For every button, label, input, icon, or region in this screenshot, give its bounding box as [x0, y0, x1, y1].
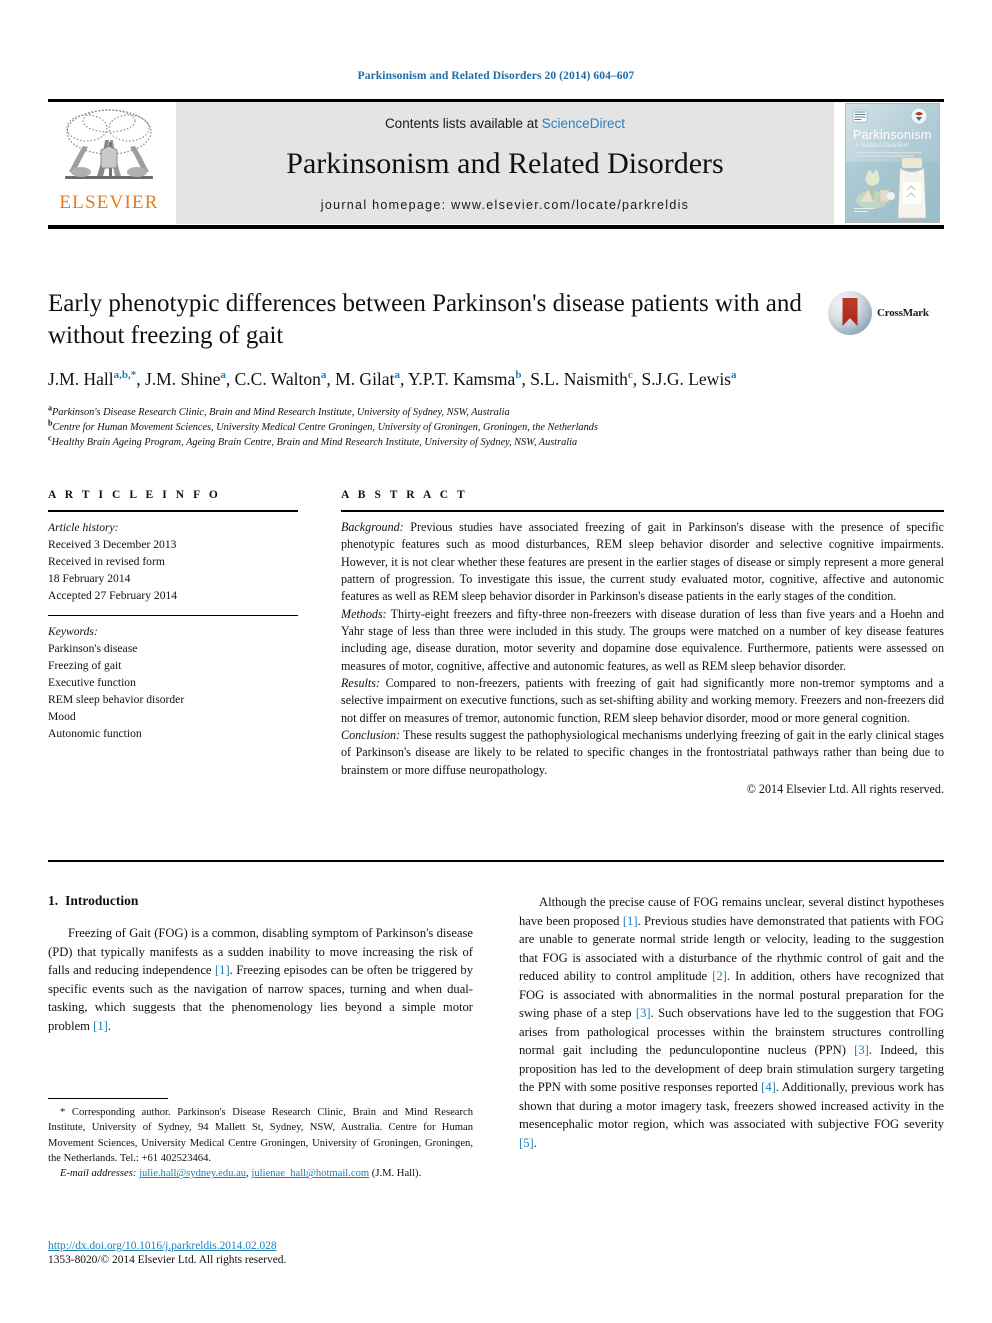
corresponding-author-note: * Corresponding author. Parkinson's Dise… — [48, 1107, 473, 1165]
email-label: E-mail addresses: — [60, 1168, 137, 1180]
crossmark-label: CrossMark — [877, 307, 929, 319]
abstract-heading: A B S T R A C T — [341, 489, 468, 501]
keyword-item: Parkinson's disease — [48, 642, 138, 656]
history-line: Received in revised form — [48, 555, 165, 569]
article-history-block: Article history: Received 3 December 201… — [48, 519, 298, 604]
keywords-label: Keywords: — [48, 625, 98, 639]
article-info-rule — [48, 510, 298, 512]
keyword-item: Freezing of gait — [48, 659, 122, 673]
abstract-text-conclusion: These results suggest the pathophysiolog… — [341, 728, 944, 777]
history-line: Accepted 27 February 2014 — [48, 589, 178, 603]
footnote-block: * Corresponding author. Parkinson's Dise… — [48, 1098, 473, 1182]
history-line: Received 3 December 2013 — [48, 538, 177, 552]
contents-prefix: Contents lists available at — [384, 116, 542, 131]
masthead-body: ELSEVIER Contents lists available at Sci… — [48, 102, 944, 224]
sciencedirect-panel: Contents lists available at ScienceDirec… — [176, 102, 834, 224]
history-line: 18 February 2014 — [48, 572, 131, 586]
info-and-abstract: A R T I C L E I N F O Article history: R… — [48, 489, 944, 799]
journal-title: Parkinsonism and Related Disorders — [286, 147, 724, 180]
footnote-rule — [48, 1098, 168, 1099]
abstract-label-background: Background: — [341, 520, 404, 534]
elsevier-tree-icon — [57, 106, 161, 192]
masthead-bottom-rule — [48, 225, 944, 229]
keywords-block: Keywords: Parkinson's disease Freezing o… — [48, 623, 298, 742]
keyword-item: Mood — [48, 710, 76, 724]
keywords-rule — [48, 615, 298, 617]
crossmark-icon — [828, 291, 872, 335]
abstract-label-results: Results: — [341, 676, 380, 691]
running-head: Parkinsonism and Related Disorders 20 (2… — [357, 70, 635, 82]
crossmark-badge[interactable]: CrossMark — [828, 288, 944, 338]
affiliation-item: aParkinson's Disease Research Clinic, Br… — [48, 404, 944, 420]
issn-copyright-line: 1353-8020/© 2014 Elsevier Ltd. All right… — [48, 1254, 287, 1266]
email-note: E-mail addresses: julie.hall@sydney.edu.… — [60, 1168, 422, 1180]
email-suffix: (J.M. Hall). — [371, 1168, 422, 1180]
abstract-paragraph-background: Background: Previous studies have associ… — [341, 519, 944, 606]
email-link-2[interactable]: julienae_hall@hotmail.com — [251, 1168, 369, 1179]
keyword-item: REM sleep behavior disorder — [48, 693, 185, 707]
affiliation-list: aParkinson's Disease Research Clinic, Br… — [48, 404, 944, 451]
svg-text:& Related Disorders: & Related Disorders — [855, 143, 909, 149]
intro-paragraph-left: Freezing of Gait (FOG) is a common, disa… — [48, 926, 473, 1033]
article-history-label: Article history: — [48, 521, 119, 534]
article-info-column: A R T I C L E I N F O Article history: R… — [48, 489, 298, 799]
article-info-heading: A R T I C L E I N F O — [48, 489, 221, 501]
doi-block: http://dx.doi.org/10.1016/j.parkreldis.2… — [48, 1240, 473, 1266]
email-link-1[interactable]: julie.hall@sydney.edu.au — [139, 1168, 246, 1179]
paper-page: Parkinsonism and Related Disorders 20 (2… — [0, 0, 992, 1323]
elsevier-wordmark: ELSEVIER — [59, 192, 159, 213]
title-area: Early phenotypic differences between Par… — [48, 288, 944, 451]
page-title: Early phenotypic differences between Par… — [48, 290, 802, 349]
affiliation-item: cHealthy Brain Ageing Program, Ageing Br… — [48, 434, 944, 450]
body-column-right: Although the precise cause of FOG remain… — [519, 893, 944, 1152]
keyword-item: Autonomic function — [48, 727, 142, 741]
journal-cover-thumbnail: Parkinsonism & Related Disorders — [844, 103, 940, 223]
sciencedirect-link[interactable]: ScienceDirect — [542, 116, 625, 131]
abstract-text-results: Compared to non-freezers, patients with … — [341, 676, 944, 725]
doi-link[interactable]: http://dx.doi.org/10.1016/j.parkreldis.2… — [48, 1240, 473, 1252]
elsevier-logo: ELSEVIER — [48, 102, 170, 224]
abstract-label-methods: Methods: — [341, 606, 387, 621]
affiliation-text-b: Centre for Human Movement Sciences, Univ… — [52, 422, 598, 434]
abstract-paragraph-conclusion: Conclusion: These results suggest the pa… — [341, 727, 944, 779]
journal-cover: Parkinsonism & Related Disorders — [840, 102, 944, 224]
section-number: 1. — [48, 893, 59, 908]
journal-homepage[interactable]: journal homepage: www.elsevier.com/locat… — [176, 198, 834, 212]
affiliation-text-a: Parkinson's Disease Research Clinic, Bra… — [52, 406, 510, 418]
keyword-item: Executive function — [48, 676, 136, 690]
abstract-text-methods: Thirty-eight freezers and fifty-three no… — [341, 606, 944, 673]
abstract-bottom-rule — [48, 860, 944, 862]
affiliation-item: bCentre for Human Movement Sciences, Uni… — [48, 419, 944, 435]
section-heading-introduction: 1. Introduction — [48, 893, 473, 909]
journal-masthead: ELSEVIER Contents lists available at Sci… — [48, 99, 944, 229]
abstract-rule — [341, 510, 944, 512]
abstract-paragraph-methods: Methods: Thirty-eight freezers and fifty… — [341, 606, 944, 675]
abstract-copyright: © 2014 Elsevier Ltd. All rights reserved… — [746, 782, 944, 797]
svg-text:Parkinsonism: Parkinsonism — [853, 128, 932, 142]
contents-line: Contents lists available at ScienceDirec… — [176, 116, 834, 131]
abstract-body: Background: Previous studies have associ… — [341, 519, 944, 799]
intro-paragraph-right: Although the precise cause of FOG remain… — [519, 895, 945, 1150]
author-list: J.M. Halla,b,*, J.M. Shinea, C.C. Walton… — [48, 369, 737, 389]
abstract-label-conclusion: Conclusion: — [341, 728, 401, 743]
section-title: Introduction — [65, 893, 139, 908]
abstract-column: A B S T R A C T Background: Previous stu… — [341, 489, 944, 799]
abstract-paragraph-results: Results: Compared to non-freezers, patie… — [341, 675, 944, 727]
abstract-text-background: Previous studies have associated freezin… — [341, 520, 944, 604]
affiliation-text-c: Healthy Brain Ageing Program, Ageing Bra… — [51, 437, 578, 449]
